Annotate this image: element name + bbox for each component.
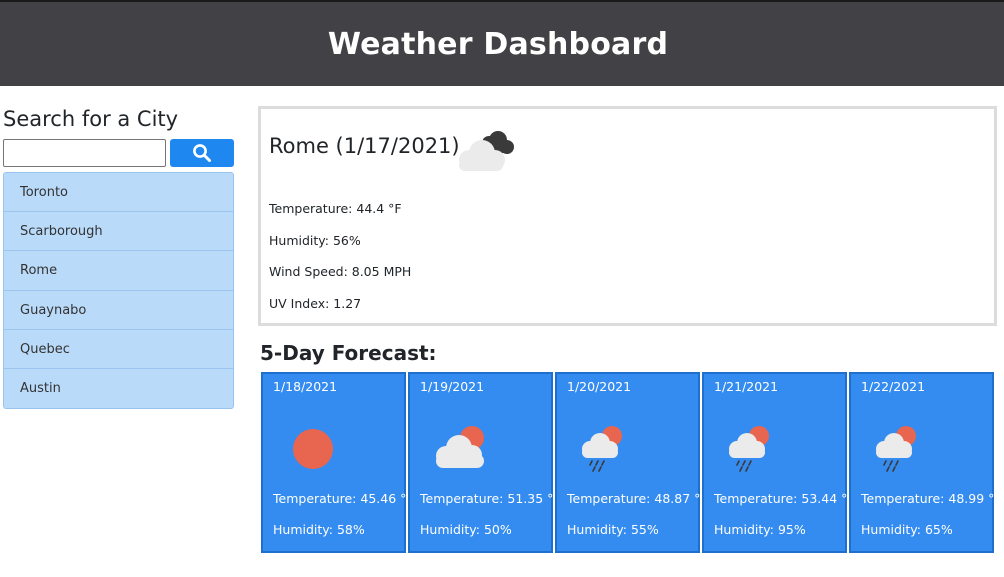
current-city-title: Rome (1/17/2021) [269,134,460,158]
current-temperature: Temperature: 44.4 °F [269,201,402,216]
forecast-date: 1/22/2021 [861,379,926,394]
forecast-card: 1/21/2021 Temperature: 53.44 °F Humidity… [702,372,855,553]
sidebar: Search for a City Toronto Scarborough Ro… [3,104,234,410]
forecast-temperature: Temperature: 48.99 °F [861,491,1002,506]
rain-sun-icon [582,426,622,472]
city-search-input[interactable] [3,139,166,167]
forecast-temperature: Temperature: 51.35 °F [420,491,561,506]
current-humidity: Humidity: 56% [269,233,361,248]
app-header: Weather Dashboard [0,0,1004,86]
sun-icon [293,429,333,469]
city-item-rome[interactable]: Rome [4,251,233,291]
partly-cloudy-icon [436,426,484,468]
forecast-row: 1/18/2021 Temperature: 45.46 °F Humidity… [261,372,1002,553]
forecast-humidity: Humidity: 55% [567,522,659,537]
city-item-austin[interactable]: Austin [4,368,233,409]
forecast-card: 1/19/2021 Temperature: 51.35 °F Humidity… [408,372,561,553]
rain-sun-icon [876,426,916,472]
current-wind-speed: Wind Speed: 8.05 MPH [269,264,412,279]
forecast-temperature: Temperature: 48.87 °F [567,491,708,506]
forecast-humidity: Humidity: 95% [714,522,806,537]
forecast-humidity: Humidity: 50% [420,522,512,537]
forecast-date: 1/18/2021 [273,379,338,394]
forecast-temperature: Temperature: 53.44 °F [714,491,855,506]
city-item-quebec[interactable]: Quebec [4,329,233,369]
search-row [3,139,234,167]
current-uv-index: UV Index: 1.27 [269,296,362,311]
city-item-scarborough[interactable]: Scarborough [4,212,233,252]
forecast-date: 1/20/2021 [567,379,632,394]
page-title: Weather Dashboard [327,26,669,62]
forecast-card: 1/20/2021 Temperature: 48.87 °F Humidity… [555,372,708,553]
forecast-card: 1/22/2021 Temperature: 48.99 °F Humidity… [849,372,1002,553]
forecast-temperature: Temperature: 45.46 °F [273,491,414,506]
search-icon [193,144,211,162]
cloudy-icon [459,131,514,171]
city-item-toronto[interactable]: Toronto [4,173,233,213]
forecast-humidity: Humidity: 65% [861,522,953,537]
forecast-date: 1/19/2021 [420,379,485,394]
forecast-heading: 5-Day Forecast: [260,341,437,365]
rain-sun-icon [729,426,769,472]
search-heading: Search for a City [3,107,179,131]
current-weather-card: Rome (1/17/2021) Temperature: 44.4 °F Hu… [258,106,997,326]
city-item-guaynabo[interactable]: Guaynabo [4,290,233,330]
search-history-list: Toronto Scarborough Rome Guaynabo Quebec… [3,172,234,410]
forecast-date: 1/21/2021 [714,379,779,394]
forecast-humidity: Humidity: 58% [273,522,365,537]
forecast-card: 1/18/2021 Temperature: 45.46 °F Humidity… [261,372,414,553]
search-button[interactable] [170,139,234,167]
